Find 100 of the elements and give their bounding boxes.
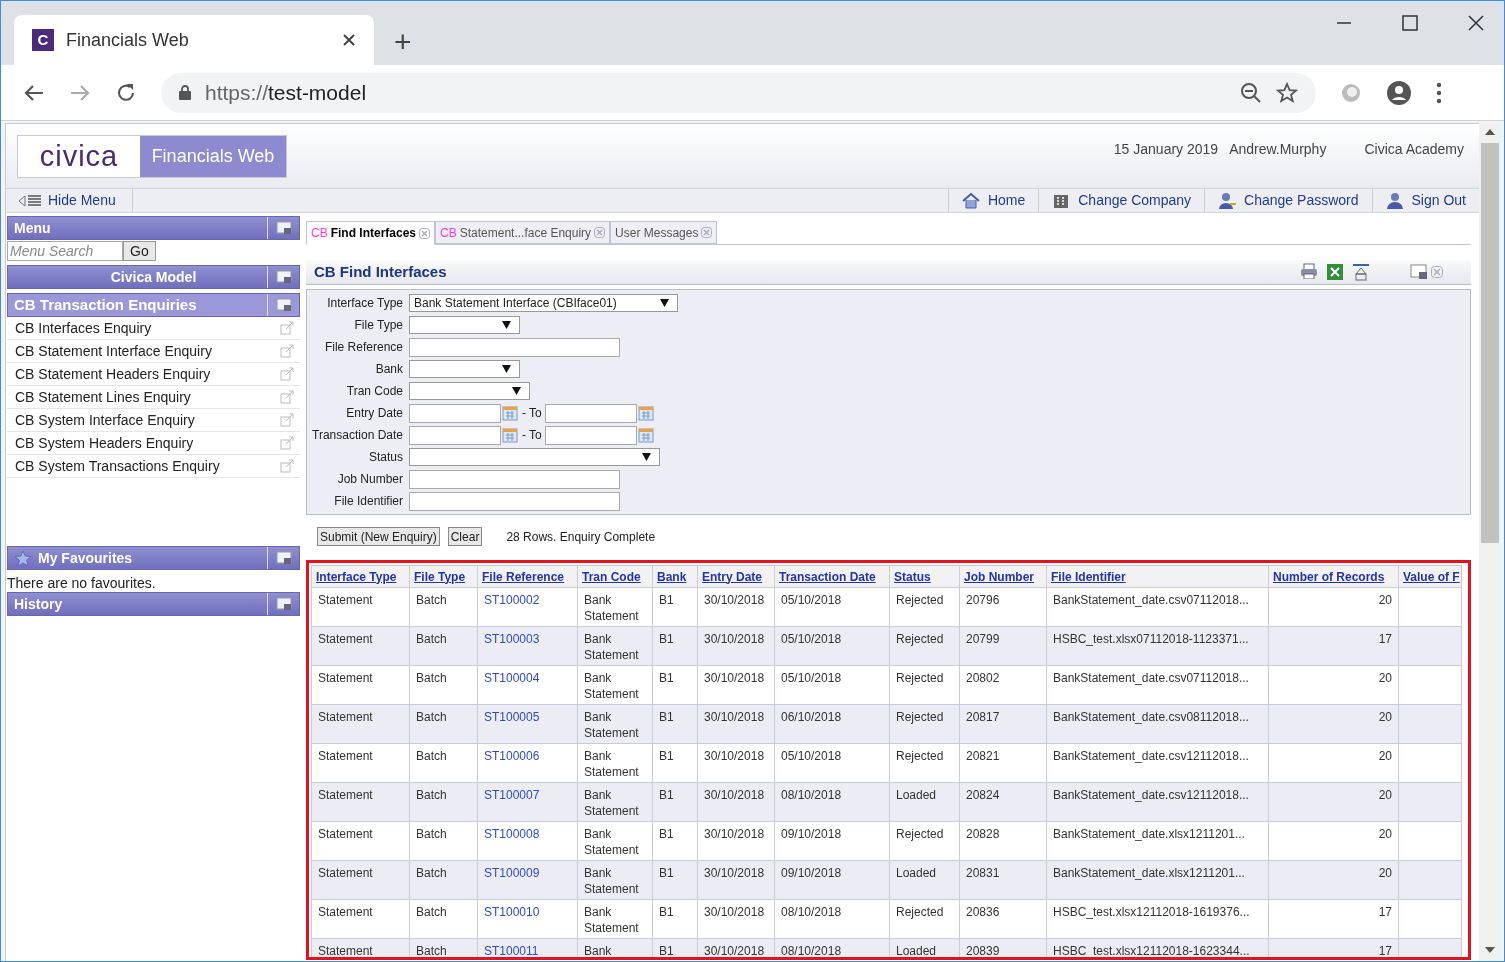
- table-cell: 06/10/2018: [781, 710, 842, 724]
- zoom-out-icon[interactable]: [1240, 81, 1262, 104]
- window-icon[interactable]: [275, 221, 292, 235]
- table-cell: Statement: [318, 710, 373, 724]
- menu-header[interactable]: Menu: [7, 216, 300, 240]
- menu-item[interactable]: CB System Interface Enquiry: [7, 409, 300, 432]
- table-cell: 20821: [966, 749, 1000, 763]
- reference-link[interactable]: ST100009: [484, 866, 540, 880]
- reference-link[interactable]: ST100002: [484, 593, 540, 607]
- address-bar[interactable]: https://test-model: [161, 72, 1316, 113]
- table-cell: 20: [1378, 827, 1392, 841]
- table-cell: 05/10/2018: [781, 749, 842, 763]
- dropdown[interactable]: [409, 448, 660, 466]
- history-header[interactable]: History: [7, 592, 300, 616]
- menu-item[interactable]: CB Statement Interface Enquiry: [7, 340, 300, 363]
- reference-link[interactable]: ST100008: [484, 827, 540, 841]
- table-cell: B1: [659, 944, 674, 957]
- scrollbar[interactable]: [1479, 123, 1501, 961]
- user-icon: [1385, 191, 1404, 210]
- browser-tab[interactable]: C Financials Web: [14, 15, 374, 65]
- text-field[interactable]: [409, 469, 620, 489]
- table-cell: Bank: [584, 944, 612, 957]
- table-cell: Statement: [318, 866, 373, 880]
- tab[interactable]: CB Find Interfaces: [306, 221, 436, 245]
- table-cell: Batch: [416, 827, 447, 841]
- new-tab-button[interactable]: +: [394, 27, 412, 57]
- home-icon: [961, 191, 980, 210]
- text-field[interactable]: [409, 337, 620, 357]
- calendar-icon[interactable]: [637, 405, 654, 421]
- form-button[interactable]: Submit (New Enquiry): [317, 527, 440, 546]
- window-icon[interactable]: [1410, 264, 1428, 280]
- spreadsheet-icon[interactable]: [1326, 263, 1344, 281]
- star-icon[interactable]: [1276, 81, 1298, 104]
- menu-search-field[interactable]: Menu Search: [7, 241, 123, 261]
- table-cell: 08/10/2018: [781, 944, 842, 957]
- menu-item[interactable]: CB System Headers Enquiry: [7, 432, 300, 455]
- close-icon[interactable]: [342, 33, 356, 47]
- reference-link[interactable]: ST100010: [484, 905, 540, 919]
- nav-link[interactable]: Change Password: [1204, 189, 1372, 212]
- reload-icon[interactable]: [115, 81, 137, 104]
- maximize-icon[interactable]: [1402, 15, 1418, 31]
- nav-link[interactable]: Home: [947, 189, 1039, 212]
- date-field[interactable]: [409, 425, 501, 445]
- field-label: Tran Code: [345, 383, 404, 400]
- field-label: Status: [367, 449, 404, 466]
- dropdown[interactable]: [409, 382, 530, 400]
- table-cell: 30/10/2018: [704, 749, 765, 763]
- reference-link[interactable]: ST100005: [484, 710, 540, 724]
- scroll-down-icon[interactable]: [1485, 947, 1495, 953]
- date-field[interactable]: [544, 403, 637, 423]
- tab[interactable]: CB Statement...face Enquiry: [435, 221, 611, 244]
- table-cell: Batch: [416, 866, 447, 880]
- close-icon[interactable]: [1468, 15, 1484, 31]
- dropdown[interactable]: [409, 360, 520, 378]
- table-cell: Rejected: [896, 749, 944, 763]
- collapse-icon[interactable]: [1352, 263, 1370, 281]
- reference-link[interactable]: ST100007: [484, 788, 540, 802]
- window-icon[interactable]: [275, 597, 292, 611]
- reference-link[interactable]: ST100006: [484, 749, 540, 763]
- menu-item[interactable]: CB Interfaces Enquiry: [7, 317, 300, 340]
- go-button[interactable]: Go: [123, 241, 156, 261]
- star-icon: [14, 550, 32, 566]
- calendar-icon[interactable]: [637, 427, 654, 443]
- nav-link[interactable]: Change Company: [1038, 189, 1205, 212]
- date-field[interactable]: [544, 425, 637, 445]
- form-button[interactable]: Clear: [447, 527, 483, 546]
- hide-menu-button[interactable]: Hide Menu: [6, 189, 133, 212]
- window-icon[interactable]: [275, 270, 292, 284]
- dropdown[interactable]: Bank Statement Interface (CBIface01): [409, 294, 678, 312]
- table-cell: Loaded: [896, 866, 937, 880]
- table-cell: Bank Statement: [584, 593, 639, 623]
- print-icon[interactable]: [1300, 263, 1318, 279]
- external-link-icon: [280, 390, 294, 404]
- calendar-icon[interactable]: [502, 405, 518, 421]
- table-cell: BankStatement_date.csv07112018...: [1053, 671, 1249, 685]
- table-cell: 20817: [966, 710, 1000, 724]
- scroll-up-icon[interactable]: [1485, 129, 1495, 135]
- folder-up-icon[interactable]: [275, 298, 292, 312]
- scrollbar-thumb[interactable]: [1481, 143, 1499, 543]
- extension-icon[interactable]: [1340, 81, 1362, 104]
- dropdown[interactable]: [409, 316, 520, 334]
- reference-link[interactable]: ST100003: [484, 632, 540, 646]
- menu-item[interactable]: CB System Transactions Enquiry: [7, 455, 300, 478]
- field-label: Bank: [374, 361, 404, 378]
- favourites-header[interactable]: My Favourites: [7, 546, 300, 570]
- menu-item[interactable]: CB Statement Lines Enquiry: [7, 386, 300, 409]
- calendar-icon[interactable]: [502, 427, 518, 443]
- date-field[interactable]: [409, 403, 501, 423]
- more-icon[interactable]: [1436, 81, 1442, 104]
- favourites-text: There are no favourites.: [7, 574, 157, 592]
- reference-link[interactable]: ST100004: [484, 671, 540, 685]
- table-cell: Batch: [416, 749, 447, 763]
- window-icon[interactable]: [275, 551, 292, 565]
- text-field[interactable]: [409, 491, 620, 511]
- account-icon[interactable]: [1386, 79, 1412, 106]
- tab[interactable]: User Messages: [610, 221, 718, 244]
- menu-item[interactable]: CB Statement Headers Enquiry: [7, 363, 300, 386]
- table-cell: Statement: [318, 788, 373, 802]
- section-header[interactable]: Civica Model: [7, 265, 300, 289]
- table-cell: 20: [1378, 710, 1392, 724]
